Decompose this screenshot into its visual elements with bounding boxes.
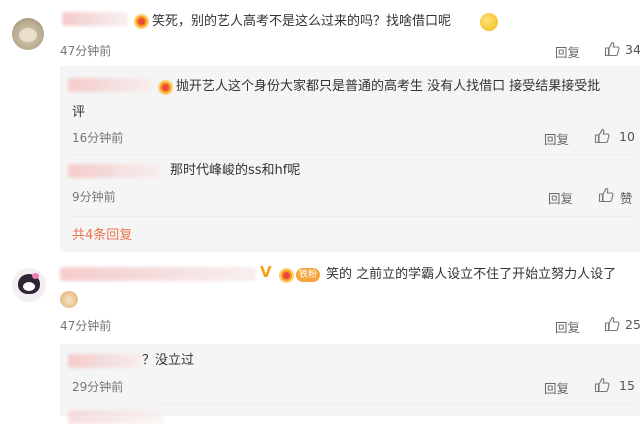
- like-thumb-icon[interactable]: [594, 128, 610, 144]
- comment-time: 47分钟前: [60, 44, 112, 58]
- like-count: 34: [625, 42, 640, 57]
- reply-username[interactable]: [68, 164, 160, 178]
- replies-panel: 抛开艺人这个身份大家都只是普通的高考生 没有人找借口 接受结果接受批 评 16分…: [60, 66, 640, 252]
- medal-icon: [279, 268, 294, 283]
- like-count: 25: [625, 317, 640, 332]
- avatar[interactable]: [12, 18, 44, 50]
- reply-username[interactable]: [68, 410, 164, 424]
- avatar[interactable]: [12, 268, 46, 302]
- divider: [68, 216, 634, 217]
- like-count: 15: [619, 378, 635, 393]
- avatar-kuromi-bow: [32, 273, 39, 279]
- vip-badge: V: [260, 263, 272, 281]
- like-label[interactable]: 赞: [620, 188, 633, 207]
- fan-tag: 铁粉: [296, 268, 321, 282]
- reply-text: 抛开艺人这个身份大家都只是普通的高考生 没有人找借口 接受结果接受批: [176, 79, 601, 94]
- comment-text: 笑死，别的艺人高考不是这么过来的吗？找啥借口呢: [152, 14, 452, 29]
- reply-username[interactable]: [68, 354, 142, 368]
- like-count: 10: [619, 129, 635, 144]
- dog-emoji-icon: [60, 291, 78, 308]
- reply-text: ？没立过: [142, 353, 195, 368]
- divider: [68, 404, 634, 405]
- like-thumb-icon[interactable]: [594, 377, 610, 393]
- comment-text: 笑的 之前立的学霸人设立不住了开始立努力人设了: [326, 267, 617, 282]
- reply-username[interactable]: [68, 78, 152, 92]
- reply-button[interactable]: 回复: [555, 42, 580, 61]
- avatar-cat-face: [19, 28, 37, 42]
- like-thumb-icon[interactable]: [604, 41, 620, 57]
- emoji-icon: [480, 13, 498, 31]
- reply-button[interactable]: 回复: [544, 129, 569, 148]
- reply-button[interactable]: 回复: [555, 317, 580, 336]
- like-thumb-icon[interactable]: [604, 316, 620, 332]
- medal-icon: [134, 14, 149, 29]
- reply-button[interactable]: 回复: [544, 378, 569, 397]
- like-thumb-icon[interactable]: [598, 187, 614, 203]
- reply-text-continuation: 评: [72, 105, 86, 120]
- comment-time: 47分钟前: [60, 319, 112, 333]
- username[interactable]: [62, 12, 128, 26]
- reply-time: 9分钟前: [72, 190, 116, 204]
- reply-time: 16分钟前: [72, 131, 124, 145]
- reply-time: 29分钟前: [72, 380, 124, 394]
- medal-icon: [158, 80, 173, 95]
- username[interactable]: [60, 267, 256, 281]
- more-replies-link[interactable]: 共4条回复: [72, 224, 132, 243]
- avatar-kuromi-face: [23, 282, 35, 291]
- replies-panel: ？没立过 29分钟前 回复 15: [60, 344, 640, 424]
- divider: [68, 154, 634, 155]
- reply-button[interactable]: 回复: [548, 188, 573, 207]
- reply-text: 那时代峰峻的ss和hf呢: [170, 163, 301, 178]
